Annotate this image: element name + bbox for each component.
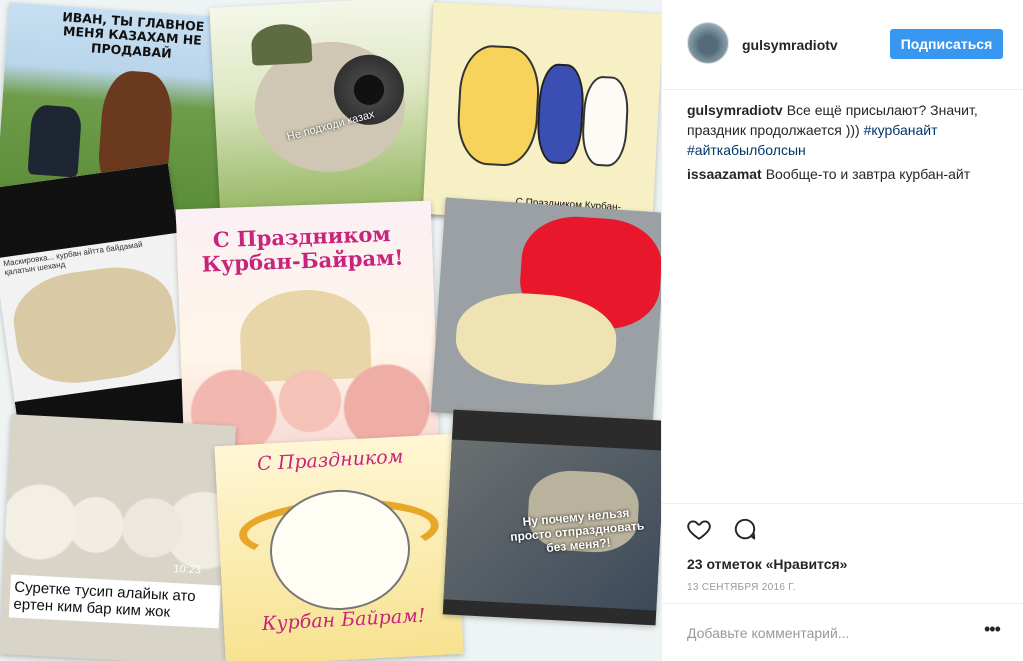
comment-icon[interactable]	[732, 516, 758, 542]
post-actions: 23 отметок «Нравится» 13 СЕНТЯБРЯ 2016 Г…	[662, 503, 1023, 593]
more-options-icon[interactable]: •••	[984, 619, 1001, 640]
meme-card-greeting-taj: С Праздником Курбан-Байрам!	[175, 200, 440, 460]
post-photo[interactable]: ИВАН, ТЫ ГЛАВНОЕ МЕНЯ КАЗАХАМ НЕ ПРОДАВА…	[0, 0, 661, 661]
comments-list: gulsymradiotv Все ещё присылают? Значит, …	[687, 100, 1007, 188]
heart-icon[interactable]	[686, 516, 712, 542]
meme-card-cartoon-ram: С Праздником Курбан Байрам!	[214, 433, 464, 661]
post-username[interactable]: gulsymradiotv	[742, 37, 838, 53]
comment-input[interactable]	[687, 622, 957, 644]
meme-card-cartoon-animals: С Праздником Курбан-Байрам :)	[422, 2, 661, 226]
meme-card-decorated-ram	[430, 197, 661, 428]
hashtag-link[interactable]: #айткабылболсын	[687, 142, 806, 158]
card-caption: С Праздником Курбан-Байрам!	[201, 221, 404, 277]
meme-card-army-sheep: Не подходи казах	[209, 0, 446, 226]
card-caption: Суретке тусип алайык ато ертен ким бар к…	[8, 574, 221, 628]
sheep-figure	[580, 75, 631, 168]
comment-text: Вообще-то и завтра курбан-айт	[765, 166, 971, 182]
cow-figure	[455, 43, 542, 168]
comment-item: issaazamat Вообще-то и завтра курбан-айт	[687, 164, 1007, 184]
meme-card-sheep-selfie: 10:23 Суретке тусип алайык ато ертен ким…	[0, 414, 237, 661]
post-sidebar: gulsymradiotv Подписаться gulsymradiotv В…	[661, 0, 1023, 661]
message-time: 10:23	[173, 562, 202, 577]
card-caption-top: С Праздником	[256, 445, 404, 476]
post-header: gulsymradiotv Подписаться	[662, 0, 1023, 90]
post-date: 13 СЕНТЯБРЯ 2016 Г.	[687, 582, 796, 593]
meme-card-carried-sheep: Ну почему нельзя просто отпраздновать бе…	[442, 409, 661, 626]
sheep-figure	[7, 259, 182, 391]
avatar[interactable]	[687, 22, 729, 64]
card-caption-bottom: Курбан Байрам!	[261, 604, 427, 636]
follow-button[interactable]: Подписаться	[890, 29, 1003, 59]
comment-username[interactable]: issaazamat	[687, 166, 762, 182]
instagram-post: ИВАН, ТЫ ГЛАВНОЕ МЕНЯ КАЗАХАМ НЕ ПРОДАВА…	[0, 0, 1023, 661]
add-comment-bar: •••	[662, 603, 1023, 661]
meme-card-disguise: Маскировка... курбан айтта байдамай қала…	[0, 163, 205, 447]
comment-item: gulsymradiotv Все ещё присылают? Значит, …	[687, 100, 1007, 160]
hashtag-link[interactable]: #курбанайт	[864, 122, 938, 138]
comment-username[interactable]: gulsymradiotv	[687, 102, 783, 118]
card-caption: ИВАН, ТЫ ГЛАВНОЕ МЕНЯ КАЗАХАМ НЕ ПРОДАВА…	[61, 9, 205, 61]
man-figure	[27, 104, 83, 178]
sheep-group-figure	[3, 454, 235, 576]
likes-count[interactable]: 23 отметок «Нравится»	[687, 556, 847, 572]
helmet-figure	[250, 22, 313, 66]
goat-figure	[535, 62, 586, 166]
